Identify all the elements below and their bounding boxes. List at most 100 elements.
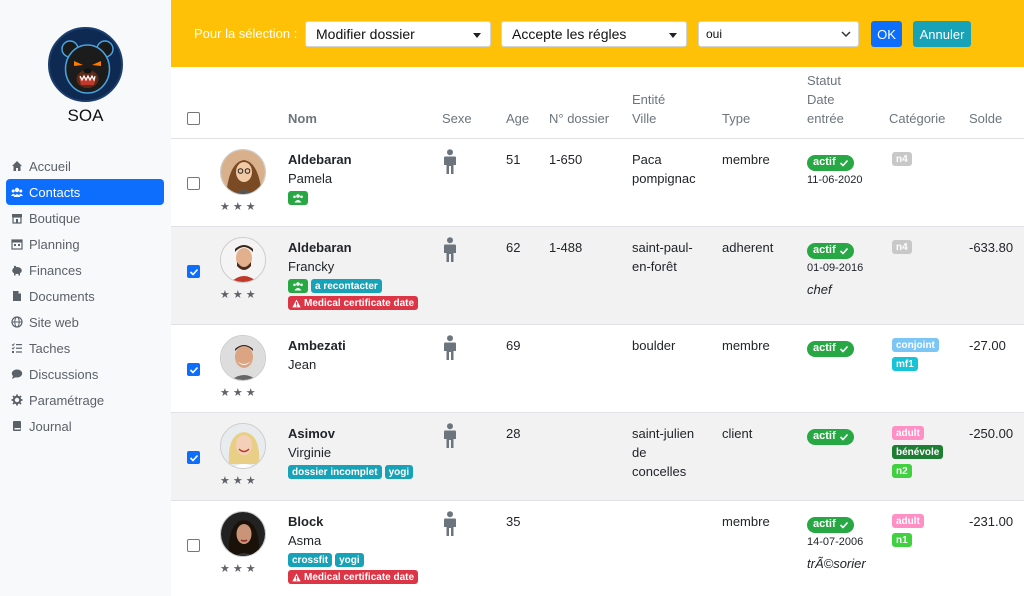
col-age[interactable]: Age (506, 109, 529, 128)
comment-icon (10, 367, 24, 381)
sidebar: SOA Accueil Contacts Boutique Planning Finan… (0, 0, 171, 596)
col-nom[interactable]: Nom (288, 109, 317, 128)
status-cell: actif (807, 337, 854, 361)
action-select[interactable]: Modifier dossier (305, 21, 491, 47)
brand-name: SOA (67, 106, 104, 125)
rating-stars: ★★★ (220, 563, 259, 575)
sidebar-item-finances[interactable]: Finances (6, 257, 164, 283)
sidebar-item-contacts[interactable]: Contacts (6, 179, 164, 205)
col-dossier[interactable]: N° dossier (549, 109, 609, 128)
sidebar-item-discussions[interactable]: Discussions (6, 361, 164, 387)
field-select[interactable]: Accepte les régles (501, 21, 687, 47)
tag-badge (288, 191, 308, 205)
contact-name[interactable]: Ambezati Jean (288, 336, 346, 374)
tag-label: a recontacter (315, 280, 378, 292)
status-label: actif (813, 518, 836, 530)
value-select[interactable]: oui (698, 21, 859, 47)
sidebar-item-documents[interactable]: Documents (6, 283, 164, 309)
balance-cell: -27.00 (969, 338, 1006, 353)
entry-date: 14-07-2006 (807, 535, 864, 548)
piggy-bank-icon (10, 263, 24, 277)
last-name: Aldebaran (288, 152, 352, 167)
city-line1: saint-paul- (632, 240, 693, 255)
row-checkbox[interactable] (187, 539, 200, 552)
type-cell: client (722, 426, 753, 441)
rating-stars: ★★★ (220, 201, 259, 213)
avatar[interactable] (220, 511, 266, 557)
tag-badge: dossier incomplet (288, 465, 382, 479)
check-icon (839, 159, 848, 167)
status-label: actif (813, 244, 836, 256)
table-row[interactable]: ★★★ Aldebaran Francky a recontacter Medical … (171, 227, 1024, 325)
sidebar-item-taches[interactable]: Taches (6, 335, 164, 361)
action-select-value: Modifier dossier (316, 26, 415, 42)
contact-name[interactable]: Aldebaran Francky (288, 238, 352, 276)
check-icon (839, 433, 848, 441)
field-select-value: Accepte les régles (512, 26, 627, 42)
table-row[interactable]: ★★★ Asimov Virginie dossier incomplet yogi 28… (171, 413, 1024, 501)
avatar[interactable] (220, 149, 266, 195)
table-row[interactable]: ★★★ Block Asma crossfit yogi Medical certific… (171, 501, 1024, 596)
check-icon (839, 247, 848, 255)
person-icon (444, 423, 456, 448)
ok-button[interactable]: OK (871, 21, 902, 47)
sidebar-item-label: Site web (29, 314, 79, 330)
status-badge: actif (807, 154, 854, 171)
col-statut[interactable]: Statut Date entrée (807, 71, 844, 128)
value-select-value: oui (706, 27, 723, 41)
age-cell: 69 (506, 338, 521, 353)
first-name: Francky (288, 259, 335, 274)
dossier-cell: 1-650 (549, 152, 583, 167)
select-all-checkbox[interactable] (187, 112, 200, 125)
row-checkbox[interactable] (187, 451, 200, 464)
category-cell: conjoint mf1 (892, 338, 939, 371)
col-statut-line3: entrée (807, 111, 844, 126)
balance-cell: -633.80 (969, 240, 1014, 255)
age-cell: 35 (506, 514, 521, 529)
avatar[interactable] (220, 335, 266, 381)
store-icon (10, 211, 24, 225)
first-name: Jean (288, 357, 317, 372)
col-entite-line2: Ville (632, 111, 657, 126)
col-sexe[interactable]: Sexe (442, 109, 472, 128)
table-row[interactable]: ★★★ Ambezati Jean 69 boulder membre actif conjo… (171, 325, 1024, 413)
sidebar-item-boutique[interactable]: Boutique (6, 205, 164, 231)
avatar[interactable] (220, 237, 266, 283)
col-entite[interactable]: Entité Ville (632, 90, 665, 128)
col-categorie[interactable]: Catégorie (889, 109, 945, 128)
status-label: actif (813, 430, 836, 442)
sidebar-nav: Accueil Contacts Boutique Planning Finances D… (6, 153, 164, 439)
bear-logo[interactable] (48, 27, 123, 102)
row-checkbox[interactable] (187, 265, 200, 278)
contacts-table: Nom Sexe Age N° dossier Entité Ville Typ… (171, 67, 1024, 596)
sidebar-item-paramtrage[interactable]: Paramétrage (6, 387, 164, 413)
row-checkbox[interactable] (187, 363, 200, 376)
contact-badges: dossier incomplet yogi (288, 465, 414, 479)
sidebar-item-planning[interactable]: Planning (6, 231, 164, 257)
sidebar-item-label: Journal (29, 418, 72, 434)
avatar[interactable] (220, 423, 266, 469)
contact-name[interactable]: Aldebaran Pamela (288, 150, 352, 188)
category-cell: adult n1 (892, 514, 924, 547)
category-cell: n4 (892, 240, 912, 254)
caret-down-icon (473, 33, 481, 38)
row-checkbox[interactable] (187, 177, 200, 190)
rating-stars: ★★★ (220, 289, 259, 301)
col-type[interactable]: Type (722, 109, 750, 128)
col-solde[interactable]: Solde (969, 109, 1002, 128)
type-cell: membre (722, 514, 770, 529)
cancel-button[interactable]: Annuler (913, 21, 971, 47)
gear-icon (10, 393, 24, 407)
table-row[interactable]: ★★★ Aldebaran Pamela 51 1-650 Paca pompignac me… (171, 139, 1024, 227)
sidebar-item-accueil[interactable]: Accueil (6, 153, 164, 179)
last-name: Asimov (288, 426, 335, 441)
last-name: Block (288, 514, 324, 529)
sidebar-item-journal[interactable]: Journal (6, 413, 164, 439)
contact-name[interactable]: Asimov Virginie (288, 424, 335, 462)
tag-badge: a recontacter (311, 279, 382, 293)
sidebar-item-label: Finances (29, 262, 82, 278)
tag-badge: crossfit (288, 553, 333, 567)
contact-name[interactable]: Block Asma (288, 512, 323, 550)
last-name: Aldebaran (288, 240, 352, 255)
sidebar-item-siteweb[interactable]: Site web (6, 309, 164, 335)
